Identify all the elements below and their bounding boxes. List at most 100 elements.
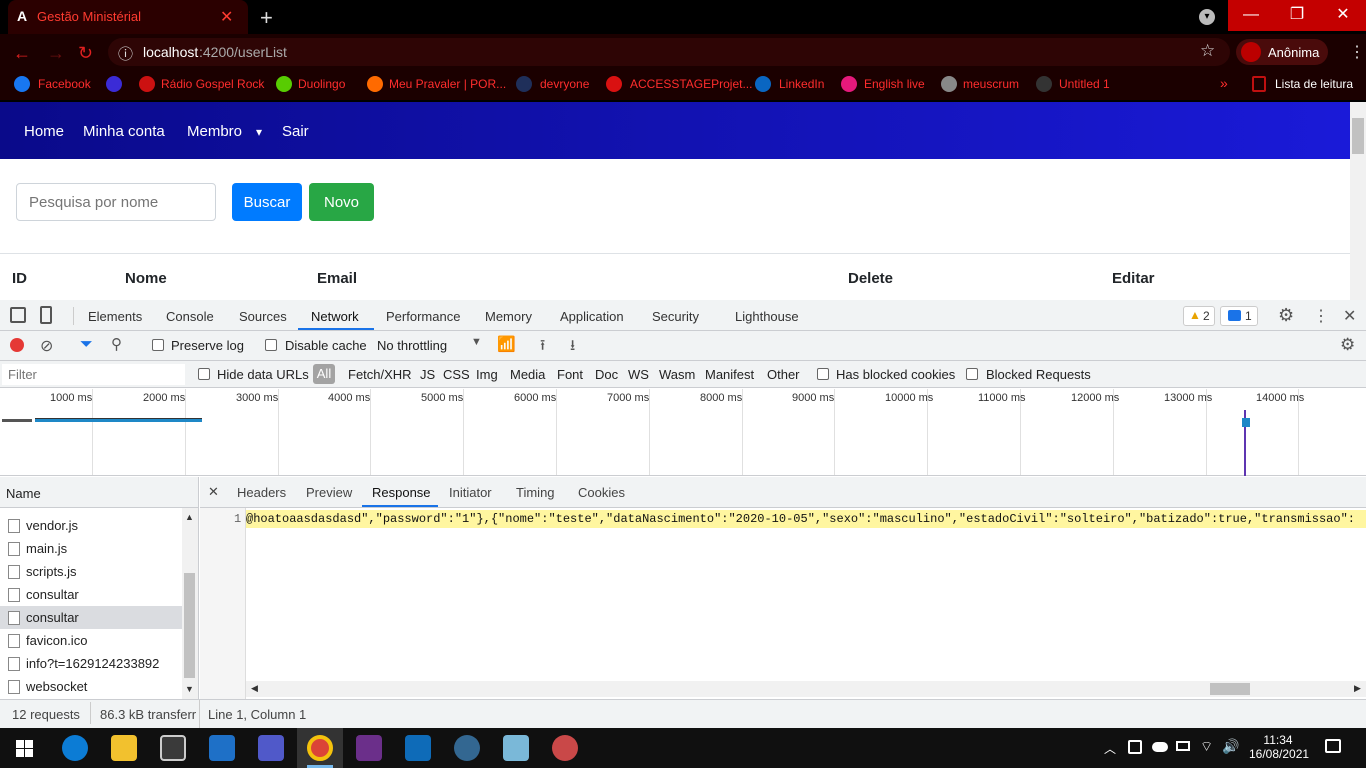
close-detail-icon[interactable]: ✕ — [208, 484, 219, 500]
store-icon[interactable] — [160, 735, 186, 761]
export-har-icon[interactable]: ⭳ — [570, 335, 575, 360]
bookmark-link[interactable]: English live — [864, 77, 925, 91]
tab-application[interactable]: Application — [560, 309, 624, 324]
filter-type-button[interactable]: Media — [510, 367, 545, 382]
more-options-icon[interactable]: ⋮ — [1313, 306, 1329, 326]
tab-sources[interactable]: Sources — [239, 309, 287, 324]
scroll-up-icon[interactable]: ▲ — [185, 512, 194, 522]
security-tray-icon[interactable] — [1128, 740, 1142, 754]
new-tab-button[interactable]: + — [260, 5, 273, 31]
request-row[interactable]: vendor.js — [0, 514, 182, 537]
detail-tab-headers[interactable]: Headers — [237, 485, 286, 500]
search-button[interactable]: Buscar — [232, 183, 302, 221]
filter-type-button[interactable]: CSS — [443, 367, 470, 382]
detail-tab-timing[interactable]: Timing — [516, 485, 555, 500]
request-row[interactable]: favicon.ico — [0, 629, 182, 652]
tab-search-icon[interactable]: ▾ — [1199, 9, 1215, 25]
filter-type-button[interactable]: Other — [767, 367, 800, 382]
disable-cache-checkbox[interactable] — [265, 339, 277, 351]
page-scroll-thumb[interactable] — [1352, 118, 1364, 154]
system-clock[interactable]: 11:34 16/08/2021 — [1249, 733, 1309, 761]
bookmark-link[interactable]: Untitled 1 — [1059, 77, 1110, 91]
search-input[interactable] — [16, 183, 216, 221]
tab-lighthouse[interactable]: Lighthouse — [735, 309, 799, 324]
volume-icon[interactable]: 🔊 — [1222, 738, 1239, 755]
filter-type-button[interactable]: Manifest — [705, 367, 754, 382]
start-button[interactable] — [16, 740, 33, 757]
request-row[interactable]: scripts.js — [0, 560, 182, 583]
bookmark-link[interactable]: ACCESSTAGEProjet... — [630, 77, 752, 91]
notifications-icon[interactable] — [1325, 739, 1341, 753]
settings-gear-icon[interactable]: ⚙ — [1278, 305, 1294, 326]
tab-memory[interactable]: Memory — [485, 309, 532, 324]
search-icon[interactable]: ⚲ — [111, 335, 122, 353]
back-icon[interactable]: ← — [13, 43, 31, 64]
notes-app-icon[interactable] — [503, 735, 529, 761]
record-icon[interactable] — [10, 338, 24, 352]
show-hidden-icons[interactable]: ︿ — [1104, 740, 1116, 757]
network-settings-gear-icon[interactable]: ⚙ — [1340, 335, 1355, 355]
filter-type-button[interactable]: Fetch/XHR — [348, 367, 412, 382]
request-row[interactable]: consultar — [0, 606, 182, 629]
horizontal-scrollbar[interactable] — [246, 681, 1366, 697]
hide-data-urls-checkbox[interactable] — [198, 368, 210, 380]
bookmark-link[interactable]: Rádio Gospel Rock — [161, 77, 264, 91]
filter-type-button[interactable]: Wasm — [659, 367, 695, 382]
bookmark-link[interactable]: Duolingo — [298, 77, 345, 91]
bookmark-link[interactable]: Facebook — [38, 77, 91, 91]
preserve-log-checkbox[interactable] — [152, 339, 164, 351]
filter-icon[interactable]: ⏷ — [80, 336, 93, 354]
wifi-icon[interactable]: ⌔ — [1200, 738, 1213, 756]
bookmark-link[interactable]: Meu Pravaler | POR... — [389, 77, 506, 91]
nav-member-dropdown[interactable]: Membro — [187, 123, 242, 140]
scroll-down-icon[interactable]: ▼ — [185, 684, 194, 694]
bookmark-link[interactable]: LinkedIn — [779, 77, 824, 91]
detail-tab-preview[interactable]: Preview — [306, 485, 352, 500]
horizontal-scroll-thumb[interactable] — [1210, 683, 1250, 695]
scroll-left-icon[interactable]: ◀ — [251, 683, 258, 694]
teams-icon[interactable] — [258, 735, 284, 761]
close-window-button[interactable]: ✕ — [1320, 0, 1366, 31]
detail-tab-initiator[interactable]: Initiator — [449, 485, 492, 500]
postgresql-icon[interactable] — [454, 735, 480, 761]
network-timeline[interactable] — [0, 388, 1366, 476]
device-toolbar-icon[interactable] — [40, 306, 52, 324]
file-explorer-icon[interactable] — [111, 735, 137, 761]
site-info-icon[interactable]: ⓘ — [118, 43, 133, 64]
filter-all-button[interactable]: All — [313, 364, 335, 384]
nav-account-link[interactable]: Minha conta — [83, 123, 165, 140]
battery-icon[interactable] — [1176, 741, 1190, 751]
filter-type-button[interactable]: Font — [557, 367, 583, 382]
mail-icon[interactable] — [209, 735, 235, 761]
bookmark-link[interactable]: devryone — [540, 77, 589, 91]
has-blocked-cookies-checkbox[interactable] — [817, 368, 829, 380]
db-tool-icon[interactable] — [552, 735, 578, 761]
reload-icon[interactable]: ↻ — [78, 43, 93, 64]
restore-button[interactable]: ❐ — [1274, 0, 1320, 31]
detail-tab-cookies[interactable]: Cookies — [578, 485, 625, 500]
forward-icon[interactable]: → — [47, 43, 65, 64]
game-app-icon[interactable] — [356, 735, 382, 761]
tab-close-icon[interactable]: ✕ — [220, 7, 233, 27]
request-row[interactable]: info?t=1629124233892 — [0, 652, 182, 675]
filter-type-button[interactable]: Doc — [595, 367, 618, 382]
more-bookmarks-icon[interactable]: » — [1220, 75, 1228, 91]
tab-console[interactable]: Console — [166, 309, 214, 324]
close-devtools-icon[interactable]: ✕ — [1343, 306, 1356, 326]
chrome-icon[interactable] — [307, 735, 333, 761]
requests-scroll-thumb[interactable] — [184, 573, 195, 678]
scroll-right-icon[interactable]: ▶ — [1354, 683, 1361, 694]
edge-icon[interactable] — [62, 735, 88, 761]
tab-performance[interactable]: Performance — [386, 309, 460, 324]
network-conditions-icon[interactable]: 📶 — [497, 335, 516, 353]
nav-logout-link[interactable]: Sair — [282, 123, 309, 140]
request-row[interactable]: websocket — [0, 675, 182, 698]
clear-icon[interactable]: ⊘ — [40, 336, 53, 356]
name-column-header[interactable]: Name — [6, 486, 41, 501]
filter-type-button[interactable]: WS — [628, 367, 649, 382]
throttling-select[interactable]: No throttling — [377, 338, 447, 353]
response-body-line[interactable]: @hoatoaasdasdasd","password":"1"},{"nome… — [246, 510, 1366, 528]
bookmark-star-icon[interactable]: ☆ — [1200, 41, 1215, 61]
filter-type-button[interactable]: JS — [420, 367, 435, 382]
filter-input[interactable] — [2, 364, 185, 385]
